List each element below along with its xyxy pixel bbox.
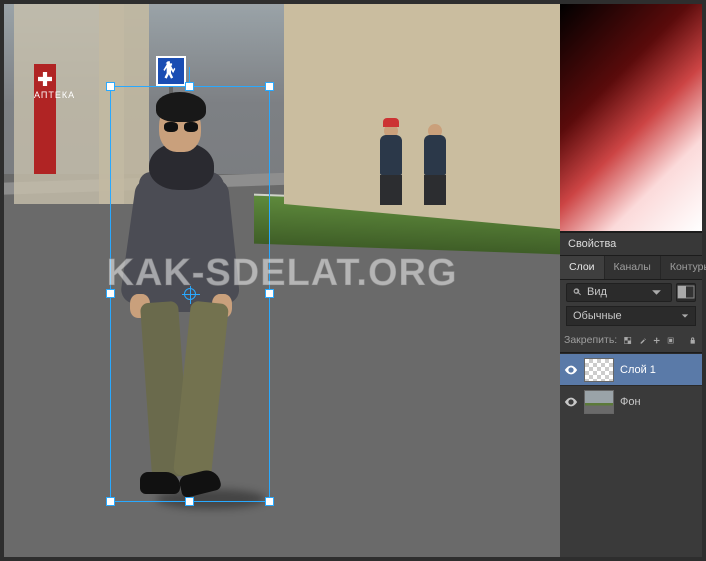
layers-panel-tabs: Слои Каналы Контуры — [560, 256, 702, 280]
lock-transparency-icon[interactable] — [624, 334, 631, 347]
pharmacy-cross-icon — [38, 72, 52, 86]
layer-thumbnail[interactable] — [584, 358, 614, 382]
artboard-lock-icon[interactable] — [667, 334, 674, 347]
transform-handle-e[interactable] — [265, 289, 274, 298]
chevron-down-icon — [651, 287, 662, 298]
pedestrian-sign-icon — [156, 56, 186, 86]
pharmacy-sign: АПТЕКА — [34, 64, 56, 174]
move-lock-icon[interactable] — [653, 334, 660, 347]
transform-handle-nw[interactable] — [106, 82, 115, 91]
transform-rotate-stub[interactable] — [189, 67, 190, 83]
layer-filter-dropdown[interactable]: Вид — [566, 283, 672, 302]
lock-all-icon[interactable] — [689, 334, 696, 347]
layer-filter-label: Вид — [587, 286, 607, 298]
opacity-icon — [677, 285, 695, 299]
layers-panel: Слои Каналы Контуры Вид Обычные Закрепит… — [560, 255, 702, 417]
tab-layers[interactable]: Слои — [560, 256, 605, 279]
chevron-down-icon — [681, 312, 689, 320]
layer-row[interactable]: Фон — [560, 385, 702, 417]
bg-pedestrian — [380, 124, 402, 194]
scene-building — [284, 4, 560, 235]
color-picker-panel[interactable] — [560, 4, 702, 232]
blend-mode-value: Обычные — [573, 310, 622, 322]
lock-label: Закрепить: — [564, 334, 617, 346]
visibility-icon[interactable] — [564, 363, 578, 377]
transform-handle-ne[interactable] — [265, 82, 274, 91]
search-icon — [572, 287, 583, 298]
filter-toggle-button[interactable] — [676, 283, 696, 302]
layer-thumbnail[interactable] — [584, 390, 614, 414]
bg-pedestrian — [424, 124, 446, 194]
subject-person — [114, 84, 244, 514]
pharmacy-label: АПТЕКА — [34, 90, 75, 100]
transform-handle-w[interactable] — [106, 289, 115, 298]
layer-name[interactable]: Слой 1 — [620, 364, 656, 376]
transform-handle-n[interactable] — [185, 82, 194, 91]
blend-mode-dropdown[interactable]: Обычные — [566, 306, 696, 326]
transform-handle-s[interactable] — [185, 497, 194, 506]
properties-panel-title[interactable]: Свойства — [560, 233, 702, 255]
visibility-icon[interactable] — [564, 395, 578, 409]
brush-lock-icon[interactable] — [639, 334, 646, 347]
properties-panel: Свойства — [560, 232, 702, 255]
document-canvas[interactable]: АПТЕКА KAK-SDELAT.ORG — [4, 4, 560, 557]
right-panels: Свойства Слои Каналы Контуры Вид Обычные — [560, 4, 702, 557]
layer-name[interactable]: Фон — [620, 396, 641, 408]
layer-row[interactable]: Слой 1 — [560, 353, 702, 385]
transform-handle-se[interactable] — [265, 497, 274, 506]
transform-handle-sw[interactable] — [106, 497, 115, 506]
tab-channels[interactable]: Каналы — [605, 256, 661, 279]
tab-paths[interactable]: Контуры — [661, 256, 706, 279]
